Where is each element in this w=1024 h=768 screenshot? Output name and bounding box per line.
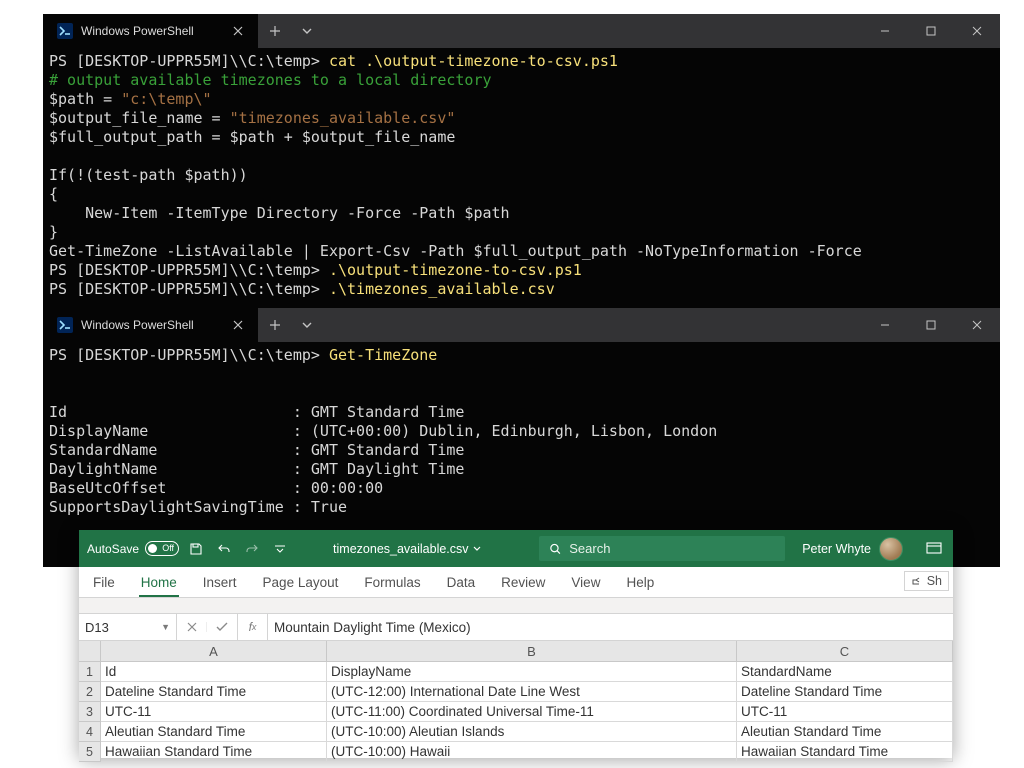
terminal1-minimize-button[interactable] xyxy=(862,14,908,48)
cell[interactable]: Id xyxy=(101,662,327,682)
ribbon-tab-insert[interactable]: Insert xyxy=(201,569,239,597)
terminal2-tab[interactable]: Windows PowerShell xyxy=(43,308,258,342)
table-row[interactable]: 5Hawaiian Standard Time(UTC-10:00) Hawai… xyxy=(79,742,953,762)
terminal1-tab[interactable]: Windows PowerShell xyxy=(43,14,258,48)
powershell-icon xyxy=(57,317,73,333)
terminal1-close-button[interactable] xyxy=(954,14,1000,48)
ribbon-tab-data[interactable]: Data xyxy=(445,569,478,597)
cell[interactable]: Hawaiian Standard Time xyxy=(101,742,327,762)
undo-button[interactable] xyxy=(213,538,235,560)
excel-search[interactable] xyxy=(539,536,785,561)
excel-user[interactable]: Peter Whyte xyxy=(802,537,903,561)
cell[interactable]: (UTC-12:00) International Date Line West xyxy=(327,682,737,702)
excel-filename[interactable]: timezones_available.csv xyxy=(333,542,481,556)
cell[interactable]: Aleutian Standard Time xyxy=(101,722,327,742)
terminal2-maximize-button[interactable] xyxy=(908,308,954,342)
formula-bar: D13 ▼ fx xyxy=(79,614,953,641)
autosave-toggle[interactable]: AutoSave Off xyxy=(87,541,179,556)
table-row[interactable]: 2Dateline Standard Time(UTC-12:00) Inter… xyxy=(79,682,953,702)
row-header[interactable]: 2 xyxy=(79,682,101,702)
cell[interactable]: Dateline Standard Time xyxy=(737,682,953,702)
cell[interactable]: DisplayName xyxy=(327,662,737,682)
excel-ribbon-tabs: File Home Insert Page Layout Formulas Data Rev… xyxy=(79,567,953,598)
cell[interactable]: (UTC-10:00) Hawaii xyxy=(327,742,737,762)
chevron-down-icon: ▼ xyxy=(161,622,170,632)
excel-grid[interactable]: ABC1IdDisplayNameStandardName2Dateline S… xyxy=(79,641,953,762)
confirm-edit-button[interactable] xyxy=(207,622,237,632)
redo-button[interactable] xyxy=(241,538,263,560)
terminal2-output[interactable]: PS [DESKTOP-UPPR55M]\\C:\temp> Get-TimeZ… xyxy=(43,342,1000,523)
cell[interactable]: StandardName xyxy=(737,662,953,682)
row-header[interactable]: 1 xyxy=(79,662,101,682)
cell[interactable]: UTC-11 xyxy=(101,702,327,722)
ribbon-tab-help[interactable]: Help xyxy=(624,569,656,597)
select-all-corner[interactable] xyxy=(79,641,101,662)
terminal-window-2: Windows PowerShell PS [DESKTOP-UPPR55M]\… xyxy=(43,308,1000,567)
ribbon-tab-review[interactable]: Review xyxy=(499,569,547,597)
chevron-down-icon xyxy=(473,545,481,553)
cell[interactable]: UTC-11 xyxy=(737,702,953,722)
terminal1-tab-close-icon[interactable] xyxy=(228,21,248,41)
row-header[interactable]: 4 xyxy=(79,722,101,742)
terminal1-tab-title: Windows PowerShell xyxy=(81,24,220,38)
excel-window: AutoSave Off timezones_available.csv Pet… xyxy=(79,530,953,758)
terminal2-new-tab-button[interactable] xyxy=(258,308,292,342)
ribbon-tab-home[interactable]: Home xyxy=(139,569,179,597)
avatar xyxy=(879,537,903,561)
terminal1-maximize-button[interactable] xyxy=(908,14,954,48)
row-header[interactable]: 3 xyxy=(79,702,101,722)
terminal2-minimize-button[interactable] xyxy=(862,308,908,342)
terminal2-titlebar[interactable]: Windows PowerShell xyxy=(43,308,1000,342)
terminal2-tab-title: Windows PowerShell xyxy=(81,318,220,332)
search-icon xyxy=(549,542,562,556)
cell[interactable]: (UTC-11:00) Coordinated Universal Time-1… xyxy=(327,702,737,722)
column-header-C[interactable]: C xyxy=(737,641,953,662)
terminal1-dropdown-button[interactable] xyxy=(292,14,322,48)
terminal2-dropdown-button[interactable] xyxy=(292,308,322,342)
terminal2-close-button[interactable] xyxy=(954,308,1000,342)
cancel-edit-button[interactable] xyxy=(177,622,207,632)
cell[interactable]: (UTC-10:00) Aleutian Islands xyxy=(327,722,737,742)
share-button[interactable]: Sh xyxy=(904,571,949,591)
name-box[interactable]: D13 ▼ xyxy=(79,614,177,640)
column-header-B[interactable]: B xyxy=(327,641,737,662)
excel-search-input[interactable] xyxy=(569,541,774,556)
fx-icon[interactable]: fx xyxy=(238,614,268,640)
table-row[interactable]: 1IdDisplayNameStandardName xyxy=(79,662,953,682)
excel-ribbon-collapsed-area xyxy=(79,598,953,614)
ribbon-display-options-button[interactable] xyxy=(921,538,947,560)
table-row[interactable]: 3UTC-11(UTC-11:00) Coordinated Universal… xyxy=(79,702,953,722)
ribbon-tab-page-layout[interactable]: Page Layout xyxy=(261,569,341,597)
row-header[interactable]: 5 xyxy=(79,742,101,762)
table-row[interactable]: 4Aleutian Standard Time(UTC-10:00) Aleut… xyxy=(79,722,953,742)
terminal2-tab-close-icon[interactable] xyxy=(228,315,248,335)
cell[interactable]: Hawaiian Standard Time xyxy=(737,742,953,762)
cell[interactable]: Aleutian Standard Time xyxy=(737,722,953,742)
powershell-icon xyxy=(57,23,73,39)
column-header-A[interactable]: A xyxy=(101,641,327,662)
autosave-label: AutoSave xyxy=(87,542,139,556)
terminal-window-1: Windows PowerShell PS [DESKTOP-UPPR55M]\… xyxy=(43,14,1000,308)
save-button[interactable] xyxy=(185,538,207,560)
share-icon xyxy=(911,575,923,587)
excel-titlebar[interactable]: AutoSave Off timezones_available.csv Pet… xyxy=(79,530,953,567)
ribbon-tab-formulas[interactable]: Formulas xyxy=(362,569,422,597)
terminal1-titlebar[interactable]: Windows PowerShell xyxy=(43,14,1000,48)
qat-customize-button[interactable] xyxy=(269,538,291,560)
formula-input[interactable] xyxy=(268,614,953,640)
terminal1-new-tab-button[interactable] xyxy=(258,14,292,48)
ribbon-tab-view[interactable]: View xyxy=(569,569,602,597)
ribbon-tab-file[interactable]: File xyxy=(91,569,117,597)
terminal1-output[interactable]: PS [DESKTOP-UPPR55M]\\C:\temp> cat .\out… xyxy=(43,48,1000,305)
cell[interactable]: Dateline Standard Time xyxy=(101,682,327,702)
